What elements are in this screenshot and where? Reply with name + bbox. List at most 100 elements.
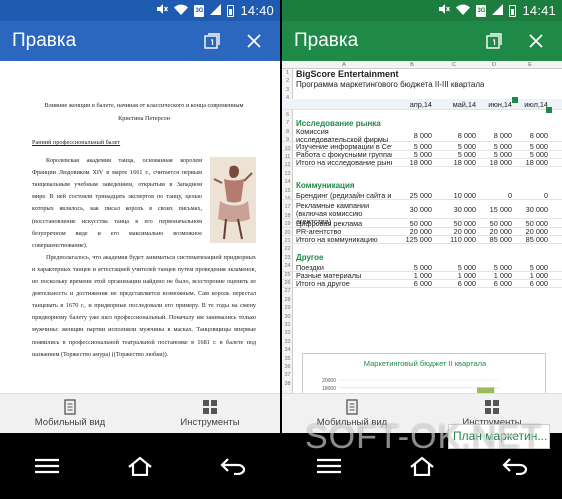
row-label[interactable]: Поездки <box>296 264 392 272</box>
row-number[interactable]: 7 <box>282 120 293 126</box>
cell-value[interactable]: 20 000 <box>476 228 512 236</box>
row-number[interactable]: 14 <box>282 179 293 185</box>
cell-value[interactable]: 20 000 <box>512 228 548 236</box>
back-icon[interactable] <box>495 446 535 486</box>
cell-value[interactable]: 18 000 <box>476 159 512 167</box>
row-label[interactable]: Изучение информации в Сети <box>296 143 392 151</box>
cell-value[interactable]: 5 000 <box>392 143 432 151</box>
row-label[interactable]: Итого на исследование рынка <box>296 159 392 167</box>
row-number[interactable]: 38 <box>282 381 293 387</box>
cell-value[interactable]: 6 000 <box>392 280 432 288</box>
row-label[interactable]: PR-агентство <box>296 228 392 236</box>
selection-handle[interactable] <box>546 107 552 113</box>
document-body[interactable]: Влияние женщин в балете, начиная от клас… <box>0 61 280 393</box>
home-icon[interactable] <box>120 446 160 486</box>
row-number[interactable]: 34 <box>282 347 293 353</box>
mobile-view-button[interactable]: Мобильный вид <box>282 394 422 433</box>
row-number[interactable]: 3 <box>282 87 293 93</box>
column-header[interactable]: C <box>432 61 476 69</box>
row-number[interactable]: 23 <box>282 255 293 261</box>
row-number[interactable]: 29 <box>282 305 293 311</box>
cell-value[interactable]: 8 000 <box>512 132 548 140</box>
row-number[interactable]: 22 <box>282 246 293 252</box>
row-label[interactable]: Разные материалы <box>296 272 392 280</box>
row-number[interactable]: 33 <box>282 339 293 345</box>
cell-value[interactable]: 5 000 <box>432 151 476 159</box>
tools-button[interactable]: Инструменты <box>140 394 280 433</box>
row-number[interactable]: 2 <box>282 78 293 84</box>
page-view-icon[interactable] <box>480 27 508 55</box>
row-label[interactable]: Итого на другое <box>296 280 392 288</box>
cell-value[interactable]: 18 000 <box>392 159 432 167</box>
cell-value[interactable]: 5 000 <box>432 143 476 151</box>
cell-value[interactable]: 5 000 <box>512 151 548 159</box>
cell-value[interactable]: 30 000 <box>432 206 476 214</box>
row-label[interactable]: Работа с фокусными группами <box>296 151 392 159</box>
cell-value[interactable]: 125 000 <box>392 236 432 244</box>
cell-value[interactable]: 20 000 <box>392 228 432 236</box>
row-number[interactable]: 27 <box>282 288 293 294</box>
section-heading[interactable]: Исследование рынка <box>296 119 381 128</box>
cell-value[interactable]: 6 000 <box>432 280 476 288</box>
budget-chart[interactable]: Маркетинговый бюджет II квартала02000400… <box>302 353 546 393</box>
cell-value[interactable]: 8 000 <box>432 132 476 140</box>
column-header[interactable]: D <box>476 61 512 69</box>
selection-handle[interactable] <box>512 97 518 103</box>
cell-value[interactable]: 5 000 <box>392 264 432 272</box>
month-label[interactable]: июн,14 <box>476 100 512 109</box>
back-icon[interactable] <box>213 446 253 486</box>
row-label[interactable]: Брендинг (редизайн сайта и т.п.) <box>296 192 392 200</box>
column-header[interactable]: A <box>296 61 392 69</box>
cell-value[interactable]: 50 000 <box>512 220 548 228</box>
cell-value[interactable]: 5 000 <box>476 264 512 272</box>
close-icon[interactable] <box>522 27 550 55</box>
close-icon[interactable] <box>240 27 268 55</box>
cell-value[interactable]: 25 000 <box>392 192 432 200</box>
page-view-icon[interactable] <box>198 27 226 55</box>
cell-value[interactable]: 8 000 <box>392 132 432 140</box>
cell-value[interactable]: 5 000 <box>512 264 548 272</box>
cell-value[interactable]: 10 000 <box>432 192 476 200</box>
cell-value[interactable]: 20 000 <box>432 228 476 236</box>
month-label[interactable]: май,14 <box>432 100 476 109</box>
row-number[interactable]: 37 <box>282 372 293 378</box>
cell-value[interactable]: 6 000 <box>512 280 548 288</box>
row-label[interactable]: Цифровая реклама <box>296 220 392 228</box>
cell-value[interactable]: 0 <box>512 192 548 200</box>
month-label[interactable]: апр,14 <box>392 100 432 109</box>
row-label[interactable]: Итого на коммуникацию <box>296 236 392 244</box>
section-heading[interactable]: Другое <box>296 253 324 262</box>
spreadsheet-grid[interactable]: ABCDE 1234567891011121314151617181920212… <box>282 61 562 393</box>
cell-value[interactable]: 110 000 <box>432 236 476 244</box>
column-header[interactable]: B <box>392 61 432 69</box>
cell-value[interactable]: 1 000 <box>392 272 432 280</box>
row-number[interactable]: 13 <box>282 171 293 177</box>
cell-value[interactable]: 30 000 <box>392 206 432 214</box>
cell-value[interactable]: 30 000 <box>512 206 548 214</box>
row-number[interactable]: 31 <box>282 322 293 328</box>
row-number[interactable]: 30 <box>282 314 293 320</box>
cell-value[interactable]: 5 000 <box>392 151 432 159</box>
file-name-toast[interactable]: План маркетин... <box>448 424 550 449</box>
sheet-title[interactable]: BigScore Entertainment <box>296 69 399 79</box>
row-number[interactable]: 1 <box>282 70 293 76</box>
section-heading[interactable]: Коммуникация <box>296 181 355 190</box>
cell-value[interactable]: 1 000 <box>432 272 476 280</box>
cell-value[interactable]: 0 <box>476 192 512 200</box>
cell-value[interactable]: 85 000 <box>512 236 548 244</box>
cell-value[interactable]: 18 000 <box>512 159 548 167</box>
cell-value[interactable]: 6 000 <box>476 280 512 288</box>
home-icon[interactable] <box>402 446 442 486</box>
row-number[interactable]: 35 <box>282 356 293 362</box>
row-label[interactable]: Комиссия исследовательской фирмы <box>296 128 392 144</box>
cell-value[interactable]: 50 000 <box>476 220 512 228</box>
cell-value[interactable]: 8 000 <box>476 132 512 140</box>
row-number[interactable]: 36 <box>282 364 293 370</box>
cell-value[interactable]: 5 000 <box>432 264 476 272</box>
sheet-subtitle[interactable]: Программа маркетингового бюджета II-III … <box>296 80 484 89</box>
row-number[interactable]: 6 <box>282 112 293 118</box>
row-number[interactable]: 28 <box>282 297 293 303</box>
cell-value[interactable]: 50 000 <box>392 220 432 228</box>
row-number[interactable]: 32 <box>282 330 293 336</box>
cell-value[interactable]: 15 000 <box>476 206 512 214</box>
